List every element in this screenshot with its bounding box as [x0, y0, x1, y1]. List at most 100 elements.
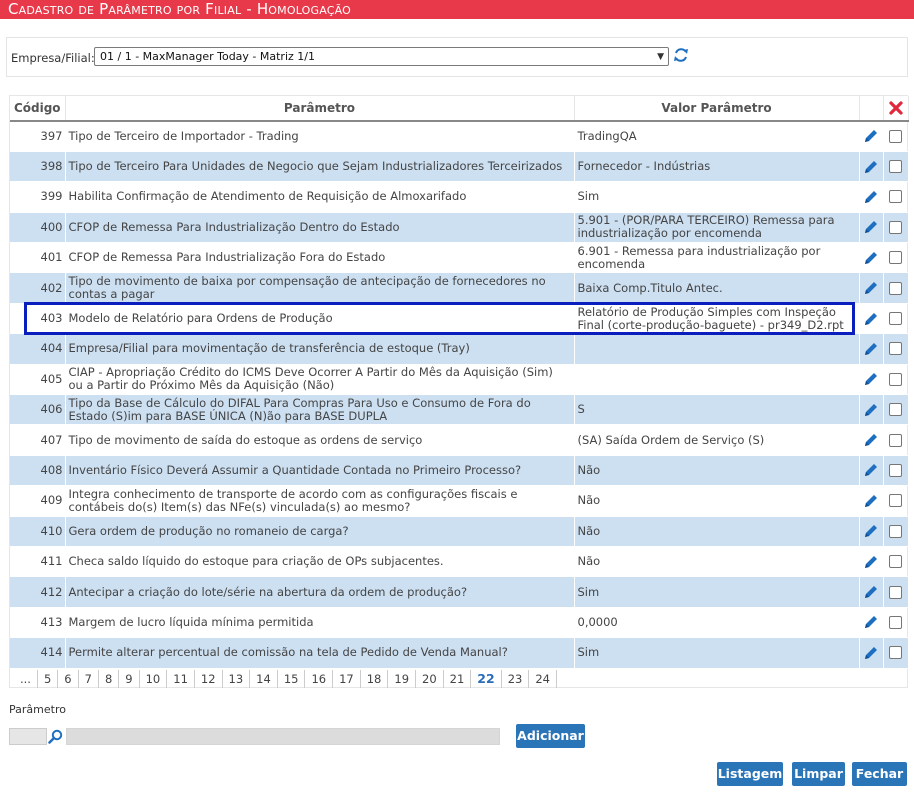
table-row[interactable]: 402 Tipo de movimento de baixa por compen…: [10, 272, 909, 304]
page-link[interactable]: 9: [119, 670, 140, 688]
row-edit-cell: [859, 272, 884, 304]
pencil-icon[interactable]: [863, 159, 879, 173]
page-link[interactable]: 8: [99, 670, 120, 688]
pencil-icon[interactable]: [863, 281, 879, 295]
row-checkbox[interactable]: [889, 190, 902, 204]
page-link[interactable]: 11: [167, 670, 195, 688]
row-checkbox[interactable]: [889, 372, 902, 386]
row-select-cell: [883, 151, 909, 183]
table-row[interactable]: 406 Tipo da Base de Cálculo do DIFAL Para…: [10, 394, 909, 426]
pencil-icon[interactable]: [863, 493, 879, 507]
pencil-icon[interactable]: [863, 341, 879, 355]
row-edit-cell: [859, 637, 884, 669]
param-code-input[interactable]: [9, 728, 47, 745]
row-checkbox[interactable]: [889, 160, 902, 174]
pencil-icon[interactable]: [863, 554, 879, 568]
row-code: 402: [10, 272, 66, 304]
row-checkbox[interactable]: [889, 342, 902, 356]
page-link[interactable]: 20: [416, 670, 444, 688]
page-link[interactable]: 6: [58, 670, 79, 688]
listagem-button[interactable]: Listagem: [717, 762, 783, 786]
page-link[interactable]: 15: [278, 670, 306, 688]
row-edit-cell: [859, 212, 884, 244]
page-link[interactable]: 23: [502, 670, 530, 688]
row-select-cell: [883, 364, 909, 396]
page-link[interactable]: 13: [223, 670, 251, 688]
page-link[interactable]: 5: [38, 670, 59, 688]
pencil-icon[interactable]: [863, 615, 879, 629]
empresa-filial-select[interactable]: 01 / 1 - MaxManager Today - Matriz 1/1 ▼: [94, 47, 669, 66]
row-checkbox[interactable]: [889, 494, 902, 508]
table-row[interactable]: 408 Inventário Físico Deverá Assumir a Qu…: [10, 455, 909, 487]
table-row[interactable]: 397 Tipo de Terceiro de Importador - Trad…: [10, 121, 909, 152]
row-value: [574, 333, 860, 365]
refresh-icon[interactable]: [673, 47, 689, 63]
row-checkbox[interactable]: [889, 129, 902, 143]
table-row[interactable]: 400 CFOP de Remessa Para Industrialização…: [10, 212, 909, 244]
pencil-icon[interactable]: [863, 463, 879, 477]
page-link[interactable]: 19: [388, 670, 417, 688]
row-checkbox[interactable]: [889, 615, 902, 629]
table-row[interactable]: 411 Checa saldo líquido do estoque para c…: [10, 546, 909, 578]
table-row[interactable]: 407 Tipo de movimento de saída do estoque…: [10, 424, 909, 456]
table-row[interactable]: 413 Margem de lucro líquida mínima permit…: [10, 607, 909, 639]
row-checkbox[interactable]: [889, 524, 902, 538]
header-value[interactable]: Valor Parâmetro: [574, 96, 860, 122]
pencil-icon[interactable]: [863, 311, 879, 325]
pencil-icon[interactable]: [863, 524, 879, 538]
page-current[interactable]: 22: [471, 670, 502, 688]
row-checkbox[interactable]: [889, 220, 902, 234]
row-checkbox[interactable]: [889, 403, 902, 417]
row-param: CIAP - Apropriação Crédito do ICMS Deve …: [65, 364, 575, 396]
header-edit: [859, 96, 884, 122]
table-row[interactable]: 401 CFOP de Remessa Para Industrialização…: [10, 242, 909, 274]
row-select-cell: [883, 576, 909, 608]
pencil-icon[interactable]: [863, 645, 879, 659]
pencil-icon[interactable]: [863, 189, 879, 203]
table-row[interactable]: 398 Tipo de Terceiro Para Unidades de Neg…: [10, 151, 909, 183]
row-checkbox[interactable]: [889, 281, 902, 295]
pencil-icon[interactable]: [863, 372, 879, 386]
page-link[interactable]: 16: [305, 670, 334, 688]
row-checkbox[interactable]: [889, 555, 902, 569]
page-link[interactable]: 24: [529, 670, 557, 688]
fechar-button[interactable]: Fechar: [852, 762, 907, 786]
table-row[interactable]: 414 Permite alterar percentual de comissã…: [10, 637, 909, 669]
row-checkbox[interactable]: [889, 433, 902, 447]
page-link[interactable]: 17: [333, 670, 361, 688]
table-row[interactable]: 403 Modelo de Relatório para Ordens de Pr…: [10, 303, 909, 335]
row-checkbox[interactable]: [889, 585, 902, 599]
row-checkbox[interactable]: [889, 646, 902, 660]
table-row[interactable]: 409 Integra conhecimento de transporte de…: [10, 485, 909, 517]
search-icon[interactable]: [48, 729, 63, 744]
pencil-icon[interactable]: [863, 585, 879, 599]
pencil-icon[interactable]: [863, 402, 879, 416]
page-link[interactable]: 21: [444, 670, 472, 688]
page-link[interactable]: 12: [195, 670, 223, 688]
page-link[interactable]: ...: [20, 670, 38, 688]
pencil-icon[interactable]: [863, 220, 879, 234]
page-link[interactable]: 18: [361, 670, 389, 688]
delete-x-icon[interactable]: [888, 101, 903, 115]
table-row[interactable]: 405 CIAP - Apropriação Crédito do ICMS De…: [10, 364, 909, 396]
header-param[interactable]: Parâmetro: [65, 96, 575, 122]
page-link[interactable]: 10: [140, 670, 168, 688]
limpar-button[interactable]: Limpar: [792, 762, 845, 786]
pencil-icon[interactable]: [863, 250, 879, 264]
row-param: Margem de lucro líquida mínima permitida: [65, 607, 575, 639]
table-row[interactable]: 399 Habilita Confirmação de Atendimento d…: [10, 181, 909, 213]
row-checkbox[interactable]: [889, 463, 902, 477]
header-code[interactable]: Código: [10, 96, 66, 122]
row-checkbox[interactable]: [889, 312, 902, 326]
row-value: Sim: [574, 637, 860, 669]
pencil-icon[interactable]: [863, 433, 879, 447]
page-link[interactable]: 14: [250, 670, 278, 688]
table-row[interactable]: 412 Antecipar a criação do lote/série na …: [10, 576, 909, 608]
table-row[interactable]: 410 Gera ordem de produção no romaneio de…: [10, 516, 909, 547]
pencil-icon[interactable]: [863, 129, 879, 143]
add-button[interactable]: Adicionar: [516, 724, 585, 748]
row-checkbox[interactable]: [889, 251, 902, 265]
page-link[interactable]: 7: [79, 670, 99, 688]
table-row[interactable]: 404 Empresa/Filial para movimentação de t…: [10, 333, 909, 365]
row-param: Habilita Confirmação de Atendimento de R…: [65, 181, 575, 213]
